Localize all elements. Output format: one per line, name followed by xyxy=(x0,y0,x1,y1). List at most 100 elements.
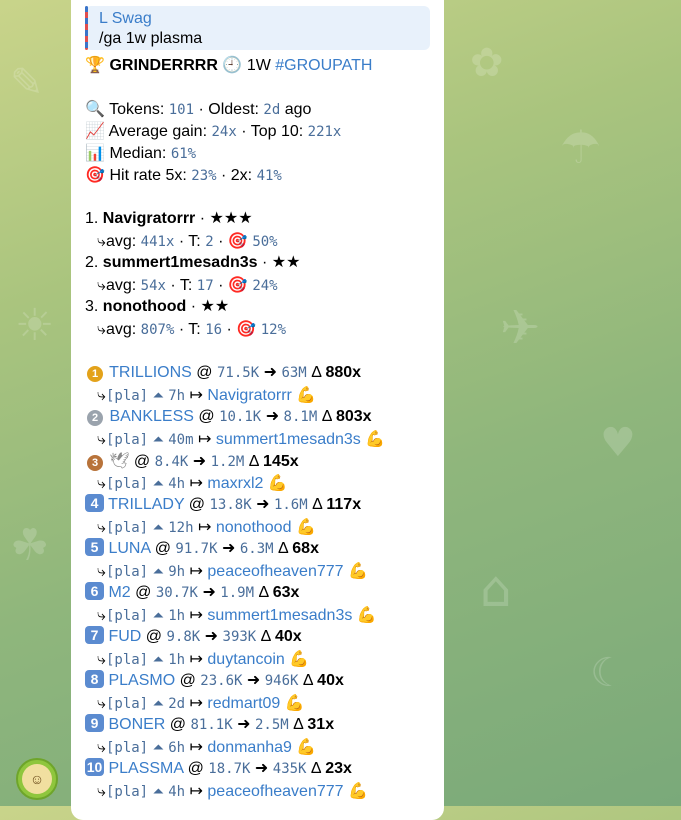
up-arrow-icon: ⏶ xyxy=(152,520,164,536)
call-time: 40m xyxy=(168,432,194,448)
call-detail-row: ⤷[pla] ⏶ 9h ↦ peaceofheaven777 💪 xyxy=(85,560,430,582)
leader-avg: 441x xyxy=(140,234,175,250)
caller-link[interactable]: summert1mesadn3s xyxy=(207,607,352,624)
call-to: 435K xyxy=(272,761,307,777)
token-link[interactable]: TRILLIONS xyxy=(109,364,192,381)
call-detail-row: ⤷[pla] ⏶ 1h ↦ summert1mesadn3s 💪 xyxy=(85,604,430,626)
arrow-right-icon: ➜ xyxy=(222,540,236,557)
background-doodle-icon: ✎ xyxy=(10,60,44,106)
call-detail-row: ⤷[pla] ⏶ 4h ↦ maxrxl2 💪 xyxy=(85,472,430,494)
background-doodle-icon: ✿ xyxy=(470,40,504,86)
caller-link[interactable]: maxrxl2 xyxy=(207,475,263,492)
call-tag: [pla] xyxy=(105,652,149,668)
leader-row: 2. summert1mesadn3s · ★★ xyxy=(85,254,301,271)
caller-link[interactable]: donmanha9 xyxy=(207,739,292,756)
leader-detail-row: ⤷avg: 54x · T: 17 · 🎯 24% xyxy=(97,275,278,294)
flexed-biceps-icon: 💪 xyxy=(295,517,316,536)
target-icon: 🎯 xyxy=(227,231,248,250)
token-link[interactable]: M2 xyxy=(108,584,130,601)
caller-link[interactable]: summert1mesadn3s xyxy=(216,431,361,448)
call-gain: 880x xyxy=(325,364,362,381)
background-doodle-icon: ☾ xyxy=(590,650,626,696)
reply-arrow-icon: ⤷ xyxy=(97,783,106,800)
arrow-right-icon: ➜ xyxy=(254,760,269,777)
up-arrow-icon: ⏶ xyxy=(152,608,164,624)
token-link[interactable]: PLASMO xyxy=(108,672,175,689)
call-tag: [pla] xyxy=(105,432,149,448)
leader-rank: 2. xyxy=(85,254,99,271)
call-detail-row: ⤷[pla] ⏶ 2d ↦ redmart09 💪 xyxy=(85,692,430,714)
call-detail-row: ⤷[pla] ⏶ 12h ↦ nonothood 💪 xyxy=(85,516,430,538)
token-link[interactable]: PLASSMA xyxy=(108,760,183,777)
caller-link[interactable]: peaceofheaven777 xyxy=(207,783,343,800)
leader-t: 16 xyxy=(205,322,223,338)
background-doodle-icon: ☂ xyxy=(560,120,602,174)
hit2-label: 2x: xyxy=(230,167,253,184)
leader-detail-row: ⤷avg: 441x · T: 2 · 🎯 50% xyxy=(97,231,278,250)
token-link[interactable]: LUNA xyxy=(108,540,150,557)
reply-arrow-icon: ⤷ xyxy=(97,739,106,756)
hit5-value: 23% xyxy=(191,168,217,184)
token-link[interactable]: BONER xyxy=(108,716,165,733)
call-from: 30.7K xyxy=(155,585,198,601)
reply-arrow-icon: ⤷ xyxy=(97,321,106,338)
target-icon: 🎯 xyxy=(236,319,257,338)
background-doodle-icon: ☘ xyxy=(10,520,50,571)
message-bubble[interactable]: L Swag /ga 1w plasma 🏆 GRINDERRRR 🕘 1W #… xyxy=(71,0,444,820)
reply-arrow-icon: ⤷ xyxy=(97,563,106,580)
caller-link[interactable]: redmart09 xyxy=(207,695,280,712)
reply-arrow-icon: ⤷ xyxy=(97,233,106,250)
call-to: 8.1M xyxy=(283,409,318,425)
background-doodle-icon: ♥ xyxy=(600,420,636,466)
arrow-right-icon: ➜ xyxy=(246,672,261,689)
period-label: 1W xyxy=(246,57,271,74)
hashtag-link[interactable]: #GROUPATH xyxy=(275,57,372,74)
arrow-right-icon: ➜ xyxy=(256,496,270,513)
token-link[interactable]: TRILLADY xyxy=(108,496,184,513)
leader-avg: 54x xyxy=(140,278,166,294)
background-doodle-icon: ☀ xyxy=(15,300,55,351)
rank-badge: 8 xyxy=(85,670,104,688)
leader-name: Navigratorrr xyxy=(102,210,196,227)
tokens-value: 101 xyxy=(168,102,195,118)
caller-link[interactable]: peaceofheaven777 xyxy=(207,563,343,580)
token-link[interactable]: BANKLESS xyxy=(109,408,193,425)
call-time: 9h xyxy=(168,564,186,580)
reply-arrow-icon: ⤷ xyxy=(97,277,106,294)
avg-value: 24x xyxy=(211,124,237,140)
call-row: 4 TRILLADY @ 13.8K ➜ 1.6M Δ 117x xyxy=(85,494,430,516)
reply-text: /ga 1w plasma xyxy=(99,30,203,47)
call-tag: [pla] xyxy=(105,696,149,712)
token-link[interactable]: FUD xyxy=(108,628,141,645)
call-row: 2 BANKLESS @ 10.1K ➜ 8.1M Δ 803x xyxy=(85,406,430,428)
trophy-icon: 🏆 xyxy=(85,55,105,74)
flexed-biceps-icon: 💪 xyxy=(347,561,368,580)
caller-link[interactable]: Navigratorrr xyxy=(207,387,291,404)
call-gain: 68x xyxy=(292,540,319,557)
hit2-value: 41% xyxy=(256,168,282,184)
reply-preview[interactable]: L Swag /ga 1w plasma xyxy=(85,6,430,50)
caller-link[interactable]: duytancoin xyxy=(207,651,284,668)
reply-arrow-icon: ⤷ xyxy=(97,651,106,668)
call-time: 4h xyxy=(168,476,186,492)
call-to: 1.9M xyxy=(220,585,255,601)
dove-icon[interactable]: 🕊 xyxy=(109,450,129,472)
call-tag: [pla] xyxy=(105,740,149,756)
call-gain: 31x xyxy=(307,716,335,733)
call-detail-row: ⤷[pla] ⏶ 1h ↦ duytancoin 💪 xyxy=(85,648,430,670)
leader-stars: ★★ xyxy=(271,254,301,271)
caller-link[interactable]: nonothood xyxy=(216,519,292,536)
arrow-right-icon: ➜ xyxy=(263,364,277,381)
oldest-value: 2d xyxy=(263,102,281,118)
avatar[interactable]: ☺ xyxy=(16,758,58,800)
call-gain: 803x xyxy=(335,408,372,425)
leader-name: summert1mesadn3s xyxy=(102,254,258,271)
reply-arrow-icon: ⤷ xyxy=(97,475,106,492)
call-row: 10 PLASSMA @ 18.7K ➜ 435K Δ 23x xyxy=(85,758,352,777)
reply-arrow-icon: ⤷ xyxy=(97,607,106,624)
flexed-biceps-icon: 💪 xyxy=(267,473,288,492)
avg-label: Average gain: xyxy=(108,123,208,140)
call-row: 9 BONER @ 81.1K ➜ 2.5M Δ 31x xyxy=(85,714,430,736)
arrow-right-icon: ➜ xyxy=(202,584,216,601)
call-to: 6.3M xyxy=(239,541,274,557)
